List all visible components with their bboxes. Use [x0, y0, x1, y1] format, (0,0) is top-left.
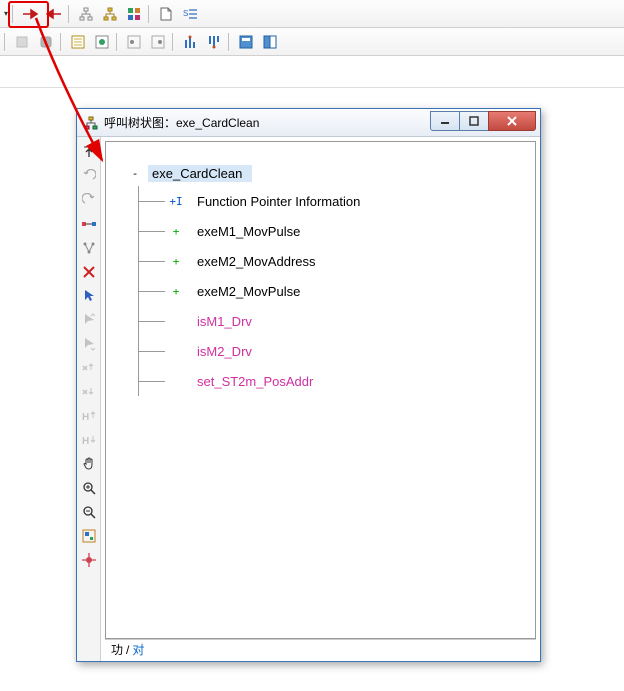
panel-blue-icon[interactable]: [235, 31, 257, 53]
tree-node-label: isM1_Drv: [197, 314, 252, 329]
separator: [172, 32, 176, 52]
h-down-button: H: [79, 430, 99, 450]
h-up-button: H: [79, 406, 99, 426]
tree-node[interactable]: +I Function Pointer Information: [139, 186, 527, 216]
tree-node-label: exeM1_MovPulse: [197, 224, 300, 239]
separator: [116, 32, 120, 52]
find-pair-button[interactable]: [79, 214, 99, 234]
redo-button: [79, 190, 99, 210]
text-list-icon[interactable]: S: [179, 3, 201, 25]
tree-node-label: exeM2_MovAddress: [197, 254, 316, 269]
dialog-body: HH - exe_CardClean +IFunction Pointer In…: [77, 137, 540, 661]
dialog-statusbar: 功 / 对: [105, 639, 536, 659]
vbar-down-icon[interactable]: [203, 31, 225, 53]
grip: [4, 32, 8, 52]
status-sep: /: [126, 643, 129, 657]
minimize-button[interactable]: [430, 111, 460, 131]
dialog-titlebar[interactable]: 呼叫树状图：exe_CardClean: [77, 109, 540, 137]
arrow-down-button: [79, 334, 99, 354]
dropdown-arrow-icon[interactable]: ▾: [2, 3, 10, 25]
separator: [60, 32, 64, 52]
blank-area: [0, 56, 624, 88]
list-yellow-icon[interactable]: [67, 31, 89, 53]
nav-prev-icon[interactable]: [123, 31, 145, 53]
main-toolbar-2: [0, 28, 624, 56]
tree-connector: [139, 351, 165, 352]
tree-node-label: exeM2_MovPulse: [197, 284, 300, 299]
tree-connector: [139, 261, 165, 262]
tree-connector: [139, 201, 165, 202]
crosshair-button[interactable]: [79, 550, 99, 570]
document-icon[interactable]: [155, 3, 177, 25]
hierarchy-a-icon[interactable]: [75, 3, 97, 25]
svg-text:H: H: [82, 412, 89, 423]
x-up-button: [79, 358, 99, 378]
tree-node-label: isM2_Drv: [197, 344, 252, 359]
separator: [228, 32, 232, 52]
hierarchy-b-icon[interactable]: [99, 3, 121, 25]
auto-layout-button[interactable]: [79, 238, 99, 258]
call-tree-dialog: 呼叫树状图：exe_CardClean HH - exe_CardClean: [76, 108, 541, 662]
undo-button: [79, 166, 99, 186]
tree-root-label: exe_CardClean: [148, 165, 252, 182]
collapse-toggle[interactable]: -: [128, 167, 142, 180]
main-toolbar-1: ▾ S: [0, 0, 624, 28]
tree-node-label: set_ST2m_PosAddr: [197, 374, 313, 389]
tree-node-label: Function Pointer Information: [197, 194, 360, 209]
maximize-button[interactable]: [459, 111, 489, 131]
expand-toggle[interactable]: +: [169, 255, 183, 268]
status-right: 对: [132, 641, 144, 658]
tree-connector: [139, 381, 165, 382]
hand-button[interactable]: [79, 454, 99, 474]
expand-toggle[interactable]: +: [169, 285, 183, 298]
tree-root-node[interactable]: - exe_CardClean: [128, 160, 527, 186]
grid-icon[interactable]: [123, 3, 145, 25]
tree-node[interactable]: + exeM1_MovPulse: [139, 216, 527, 246]
zoom-in-button[interactable]: [79, 478, 99, 498]
dialog-icon: [83, 115, 99, 131]
status-left: 功: [111, 641, 123, 658]
expand-toggle[interactable]: +I: [169, 195, 183, 208]
tree-content[interactable]: - exe_CardClean +I Function Pointer Infor…: [105, 141, 536, 639]
svg-text:S: S: [183, 9, 188, 18]
delete-button[interactable]: [79, 262, 99, 282]
call-out-icon[interactable]: [19, 3, 41, 25]
separator: [12, 4, 16, 24]
window-buttons: [431, 111, 536, 131]
tree-connector: [139, 231, 165, 232]
record-icon[interactable]: [91, 31, 113, 53]
nav-next-icon[interactable]: [147, 31, 169, 53]
expand-toggle[interactable]: +: [169, 225, 183, 238]
close-button[interactable]: [488, 111, 536, 131]
separator: [148, 4, 152, 24]
tree-node[interactable]: isM2_Drv: [139, 336, 527, 366]
tree-node[interactable]: + exeM2_MovPulse: [139, 276, 527, 306]
svg-text:H: H: [82, 436, 89, 447]
side-toolbar: HH: [77, 137, 101, 661]
panel-toggle-icon[interactable]: [259, 31, 281, 53]
tree-area: - exe_CardClean +I Function Pointer Infor…: [101, 137, 540, 661]
up-exit-button[interactable]: [79, 142, 99, 162]
call-in-icon[interactable]: [43, 3, 65, 25]
separator: [68, 4, 72, 24]
box-dark-icon[interactable]: [35, 31, 57, 53]
vbar-up-icon[interactable]: [179, 31, 201, 53]
tree-connector: [139, 291, 165, 292]
tree-connector: [139, 321, 165, 322]
box-gray-icon[interactable]: [11, 31, 33, 53]
tree-node[interactable]: set_ST2m_PosAddr: [139, 366, 527, 396]
tree-node[interactable]: isM1_Drv: [139, 306, 527, 336]
arrow-up-button: [79, 310, 99, 330]
x-down-button: [79, 382, 99, 402]
dialog-title: 呼叫树状图：exe_CardClean: [104, 114, 431, 131]
pointer-button[interactable]: [79, 286, 99, 306]
zoom-out-button[interactable]: [79, 502, 99, 522]
tree-node[interactable]: + exeM2_MovAddress: [139, 246, 527, 276]
overview-button[interactable]: [79, 526, 99, 546]
